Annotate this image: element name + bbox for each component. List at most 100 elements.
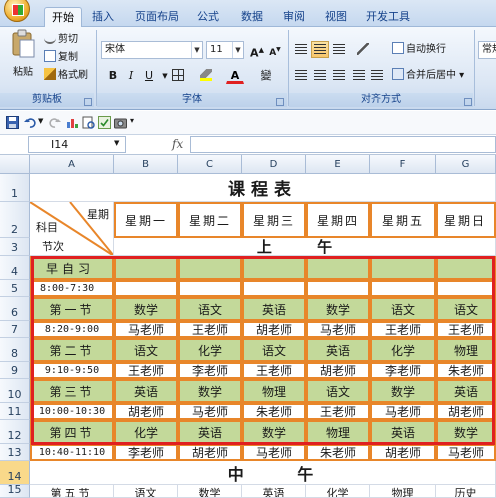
undo-icon[interactable] bbox=[24, 116, 37, 129]
time-cell[interactable]: 10:40-11:10 bbox=[30, 444, 114, 461]
teacher-cell[interactable]: 胡老师 bbox=[436, 403, 496, 420]
align-bottom-button[interactable] bbox=[330, 41, 348, 58]
schedule-cell[interactable] bbox=[178, 280, 242, 297]
tab-data[interactable]: 数据 bbox=[238, 7, 266, 27]
subject-cell[interactable]: 化学 bbox=[178, 338, 242, 362]
tab-page-layout[interactable]: 页面布局 bbox=[132, 7, 182, 27]
time-cell[interactable]: 8:20-9:00 bbox=[30, 321, 114, 338]
teacher-cell[interactable]: 胡老师 bbox=[114, 403, 178, 420]
clipboard-launcher-icon[interactable] bbox=[84, 98, 92, 106]
alignment-launcher-icon[interactable] bbox=[464, 98, 472, 106]
decrease-indent-button[interactable] bbox=[350, 67, 368, 84]
schedule-cell[interactable] bbox=[370, 280, 436, 297]
subject-cell[interactable]: 数学 bbox=[436, 420, 496, 444]
font-name-combo[interactable]: 宋体 ▼ bbox=[101, 41, 203, 59]
paste-button[interactable]: 粘贴 bbox=[6, 29, 40, 85]
undo-dropdown-icon[interactable]: ▼ bbox=[38, 117, 43, 125]
period-cell[interactable]: 第一节 bbox=[30, 297, 114, 321]
period-cell[interactable]: 第四节 bbox=[30, 420, 114, 444]
row-header[interactable]: 12 bbox=[0, 420, 30, 444]
column-header-e[interactable]: E bbox=[306, 155, 370, 174]
day-header[interactable]: 星期五 bbox=[370, 202, 436, 238]
subject-cell[interactable]: 数学 bbox=[370, 379, 436, 403]
borders-button[interactable] bbox=[170, 67, 188, 84]
italic-button[interactable]: I bbox=[122, 67, 140, 84]
subject-cell[interactable]: 化学 bbox=[306, 485, 370, 498]
subject-cell[interactable]: 语文 bbox=[436, 297, 496, 321]
teacher-cell[interactable]: 马老师 bbox=[370, 403, 436, 420]
select-all-corner[interactable] bbox=[0, 155, 30, 174]
schedule-cell[interactable] bbox=[436, 256, 496, 280]
insert-function-icon[interactable]: fx bbox=[172, 137, 183, 151]
column-header-f[interactable]: F bbox=[370, 155, 436, 174]
schedule-cell[interactable] bbox=[436, 280, 496, 297]
subject-cell[interactable]: 语文 bbox=[306, 379, 370, 403]
teacher-cell[interactable]: 王老师 bbox=[114, 362, 178, 379]
teacher-cell[interactable]: 胡老师 bbox=[242, 321, 306, 338]
subject-cell[interactable]: 数学 bbox=[178, 379, 242, 403]
row-header[interactable]: 3 bbox=[0, 238, 30, 256]
period-cell[interactable]: 第三节 bbox=[30, 379, 114, 403]
grow-font-button[interactable]: A▲ bbox=[248, 41, 266, 60]
chart-icon[interactable] bbox=[66, 116, 79, 129]
column-header-c[interactable]: C bbox=[178, 155, 242, 174]
increase-indent-button[interactable] bbox=[368, 67, 386, 84]
sheet-title[interactable]: 课程表 bbox=[30, 174, 496, 202]
teacher-cell[interactable]: 朱老师 bbox=[436, 362, 496, 379]
subject-cell[interactable]: 语文 bbox=[178, 297, 242, 321]
teacher-cell[interactable]: 李老师 bbox=[178, 362, 242, 379]
teacher-cell[interactable]: 王老师 bbox=[178, 321, 242, 338]
row-header[interactable]: 15 bbox=[0, 483, 30, 498]
subject-cell[interactable]: 英语 bbox=[242, 485, 306, 498]
subject-cell[interactable]: 英语 bbox=[114, 379, 178, 403]
tab-home[interactable]: 开始 bbox=[44, 7, 82, 27]
subject-cell[interactable]: 物理 bbox=[242, 379, 306, 403]
phonetic-button[interactable]: 變 bbox=[256, 67, 276, 84]
period-cell[interactable]: 第五节 bbox=[30, 485, 114, 498]
early-study-cell[interactable]: 早自习 bbox=[30, 256, 114, 280]
cut-button[interactable]: 剪切 bbox=[44, 31, 78, 49]
teacher-cell[interactable]: 王老师 bbox=[242, 362, 306, 379]
align-top-button[interactable] bbox=[292, 41, 310, 58]
format-painter-button[interactable]: 格式刷 bbox=[44, 67, 88, 85]
subject-cell[interactable]: 物理 bbox=[436, 338, 496, 362]
align-left-button[interactable] bbox=[292, 67, 310, 84]
schedule-cell[interactable] bbox=[114, 256, 178, 280]
subject-cell[interactable]: 化学 bbox=[114, 420, 178, 444]
row-header[interactable]: 5 bbox=[0, 280, 30, 297]
redo-icon[interactable] bbox=[48, 116, 61, 129]
name-box-dropdown-icon[interactable]: ▼ bbox=[114, 139, 119, 147]
day-header[interactable]: 星期一 bbox=[114, 202, 178, 238]
column-header-d[interactable]: D bbox=[242, 155, 306, 174]
teacher-cell[interactable]: 胡老师 bbox=[178, 444, 242, 461]
save-icon[interactable] bbox=[6, 116, 19, 129]
font-launcher-icon[interactable] bbox=[276, 98, 284, 106]
teacher-cell[interactable]: 马老师 bbox=[436, 444, 496, 461]
schedule-cell[interactable] bbox=[178, 256, 242, 280]
corner-diagonal-cell[interactable]: 星期 科目 节次 bbox=[30, 202, 114, 256]
wrap-text-button[interactable]: 自动换行 bbox=[392, 41, 446, 59]
column-header-a[interactable]: A bbox=[30, 155, 114, 174]
teacher-cell[interactable]: 马老师 bbox=[242, 444, 306, 461]
morning-section-label[interactable]: 上 午 bbox=[114, 238, 496, 256]
subject-cell[interactable]: 数学 bbox=[306, 297, 370, 321]
office-button[interactable] bbox=[4, 0, 30, 22]
subject-cell[interactable]: 历史 bbox=[436, 485, 496, 498]
teacher-cell[interactable]: 王老师 bbox=[306, 403, 370, 420]
column-header-b[interactable]: B bbox=[114, 155, 178, 174]
teacher-cell[interactable]: 胡老师 bbox=[370, 444, 436, 461]
schedule-cell[interactable] bbox=[114, 280, 178, 297]
customize-qat-icon[interactable]: ▾ bbox=[130, 116, 134, 125]
teacher-cell[interactable]: 王老师 bbox=[370, 321, 436, 338]
row-header-selected[interactable]: 14 bbox=[0, 461, 30, 485]
formula-input[interactable] bbox=[190, 136, 496, 153]
day-header[interactable]: 星期三 bbox=[242, 202, 306, 238]
teacher-cell[interactable]: 马老师 bbox=[306, 321, 370, 338]
teacher-cell[interactable]: 李老师 bbox=[114, 444, 178, 461]
row-header[interactable]: 2 bbox=[0, 202, 30, 238]
teacher-cell[interactable]: 马老师 bbox=[178, 403, 242, 420]
fill-color-button[interactable] bbox=[198, 67, 216, 84]
subject-cell[interactable]: 数学 bbox=[114, 297, 178, 321]
time-cell[interactable]: 10:00-10:30 bbox=[30, 403, 114, 420]
day-header[interactable]: 星期日 bbox=[436, 202, 496, 238]
